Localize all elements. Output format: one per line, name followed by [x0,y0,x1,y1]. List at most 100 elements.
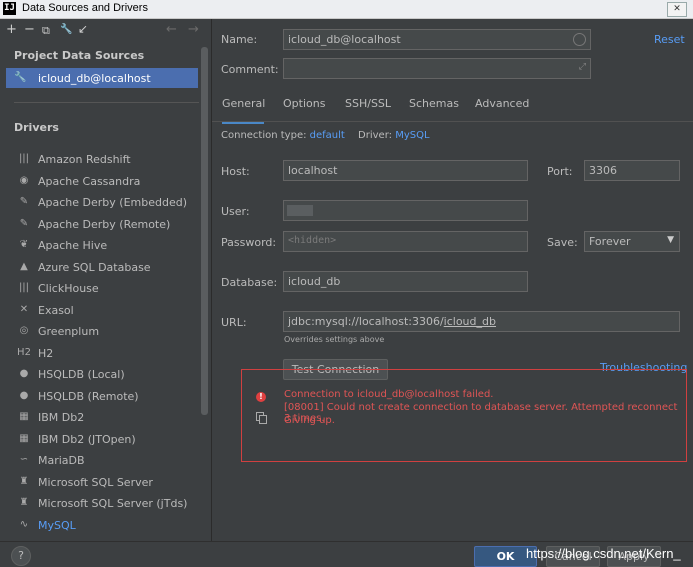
driver-icon: ∿ [19,518,29,530]
driver-item[interactable]: ◎ Greenplum [14,322,199,342]
driver-icon: ◎ [19,325,29,336]
driver-label: Microsoft SQL Server (jTds) [38,497,188,510]
driver-icon: ||| [18,282,30,293]
comment-label: Comment: [221,63,279,76]
copy-icon[interactable] [256,412,267,424]
driver-label: Apache Derby (Remote) [38,217,171,231]
comment-field[interactable]: ⤢ [283,58,591,79]
url-prefix: jdbc:mysql://localhost:3306/ [288,315,444,328]
remove-icon[interactable]: − [24,22,35,37]
forward-icon[interactable]: → [188,22,199,37]
driver-link[interactable]: MySQL [395,130,429,141]
connection-info: Connection type: default Driver: MySQL [221,130,430,141]
driver-icon: ◉ [19,174,29,186]
driver-label: Apache Derby (Embedded) [38,196,187,209]
tab-general[interactable]: General [222,97,265,124]
password-label: Password: [221,236,277,249]
password-field[interactable]: <hidden> [283,231,528,252]
driver-icon: ♜ [19,497,29,508]
driver-icon: H2 [17,346,31,358]
driver-item[interactable]: H2 H2 [14,344,199,364]
right-panel: Name: icloud_db@localhost Reset Comment:… [212,19,693,541]
port-value: 3306 [589,164,617,177]
url-database: icloud_db [443,315,496,328]
driver-icon: ✎ [19,196,29,207]
url-value: jdbc:mysql://localhost:3306/icloud_db [288,315,496,328]
database-icon: 🔧 [14,72,27,83]
driver-item[interactable]: ||| ClickHouse [14,279,199,299]
left-panel: + − ⧉ 🔧 ↙ ← → Project Data Sources 🔧 icl… [0,19,212,541]
driver-item[interactable]: ♜ Microsoft SQL Server [14,473,199,493]
name-field[interactable]: icloud_db@localhost [283,29,591,50]
driver-label: HSQLDB (Local) [38,368,125,381]
reset-link[interactable]: Reset [654,33,685,46]
save-select[interactable]: Forever ▼ [584,231,680,252]
import-icon[interactable]: ↙ [78,22,88,36]
back-icon[interactable]: ← [166,22,177,37]
driver-label: MySQL [38,518,76,532]
driver-item[interactable]: ▲ Azure SQL Database [14,258,199,278]
driver-item[interactable]: ◉ Apache Cassandra [14,172,199,192]
connection-type-label: Connection type: [221,130,307,141]
driver-item[interactable]: ♜ Microsoft SQL Server (jTds) [14,494,199,514]
tab-underline [212,121,693,122]
driver-item[interactable]: ✎ Apache Derby (Embedded) [14,193,199,213]
driver-item[interactable]: ∿ MySQL [14,516,199,536]
wrench-icon[interactable]: 🔧 [60,24,72,35]
window-title: Data Sources and Drivers [22,2,148,14]
user-field[interactable] [283,200,528,221]
driver-item[interactable]: ✎ Apache Derby (Remote) [14,215,199,235]
tab-options[interactable]: Options [283,97,325,121]
url-field[interactable]: jdbc:mysql://localhost:3306/icloud_db [283,311,680,332]
driver-item[interactable]: ▦ IBM Db2 (JTOpen) [14,430,199,450]
help-button[interactable]: ? [11,546,31,566]
tab-advanced[interactable]: Advanced [475,97,529,121]
driver-label: Azure SQL Database [38,260,151,274]
save-label: Save: [547,236,578,249]
error-line-3: Giving up. [284,415,335,426]
user-label: User: [221,205,250,218]
driver-item[interactable]: ● HSQLDB (Local) [14,365,199,385]
tab-schemas[interactable]: Schemas [409,97,459,121]
driver-icon: ✎ [19,217,29,229]
driver-item[interactable]: ▦ IBM Db2 [14,408,199,428]
driver-item[interactable]: ||| Amazon Redshift [14,150,199,170]
host-field[interactable]: localhost [283,160,528,181]
driver-label: Apache Hive [38,239,108,252]
port-field[interactable]: 3306 [584,160,680,181]
watermark: https://blog.csdn.net/Kern_ [526,546,681,561]
url-hint: Overrides settings above [284,335,385,344]
duplicate-icon[interactable]: ⧉ [42,24,50,38]
driver-icon: ♜ [19,475,29,487]
driver-item[interactable]: ❦ Apache Hive [14,236,199,256]
connection-type-link[interactable]: default [310,130,345,141]
driver-label: Microsoft SQL Server [38,475,153,489]
tab-ssh-ssl[interactable]: SSH/SSL [345,97,391,121]
driver-icon: ● [19,389,29,401]
driver-item[interactable]: ✕ Exasol [14,301,199,321]
driver-icon: ▲ [20,260,28,272]
separator [14,102,199,103]
port-label: Port: [547,165,573,178]
driver-label: Apache Cassandra [38,174,141,188]
error-line-2: [08001] Could not create connection to d… [284,402,678,424]
add-icon[interactable]: + [6,22,17,37]
driver-label: MariaDB [38,454,85,467]
sources-toolbar: + − ⧉ 🔧 ↙ ← → [6,22,206,42]
driver-label: Driver: [358,130,392,141]
driver-icon: ▦ [19,432,29,444]
driver-icon: ❦ [19,239,29,250]
error-icon: ! [256,392,266,402]
driver-icon: ∽ [19,454,29,465]
user-blurred-value [287,205,313,216]
driver-label: H2 [38,346,54,360]
database-field[interactable]: icloud_db [283,271,528,292]
close-button[interactable]: ✕ [667,2,687,17]
drivers-title: Drivers [14,121,59,134]
driver-label: Amazon Redshift [38,153,131,166]
url-label: URL: [221,316,247,329]
data-source-item[interactable]: 🔧 icloud_db@localhost [6,68,198,88]
driver-item[interactable]: ∽ MariaDB [14,451,199,471]
driver-item[interactable]: ● HSQLDB (Remote) [14,387,199,407]
scrollbar[interactable] [201,47,208,415]
